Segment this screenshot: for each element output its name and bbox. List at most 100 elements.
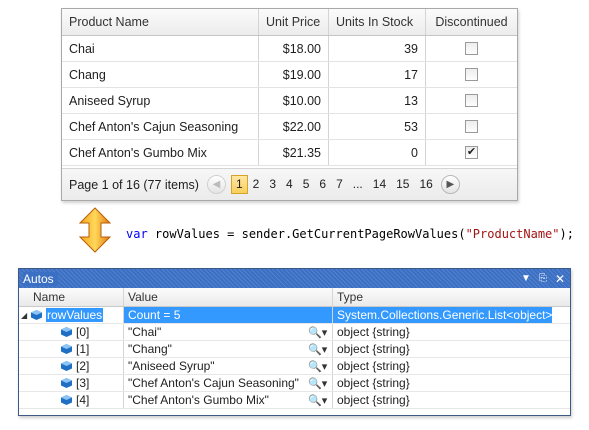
variable-value: "Chang" xyxy=(128,342,172,356)
page-button[interactable]: 2 xyxy=(248,175,265,194)
unit-price-cell: $10.00 xyxy=(259,88,329,113)
autos-row[interactable]: [4] "Chef Anton's Gumbo Mix" 🔍▾ object {s… xyxy=(19,392,570,409)
page-button[interactable]: 14 xyxy=(368,175,391,194)
code-snippet: var rowValues = sender.GetCurrentPageRow… xyxy=(126,227,574,241)
autos-row[interactable]: [2] "Aniseed Syrup" 🔍▾ object {string} xyxy=(19,358,570,375)
discontinued-checkbox[interactable] xyxy=(465,94,478,107)
column-header-unit-price[interactable]: Unit Price xyxy=(259,9,329,35)
discontinued-checkbox[interactable] xyxy=(465,120,478,133)
column-header-value[interactable]: Value xyxy=(124,288,333,306)
variable-cube-icon xyxy=(61,361,72,371)
code-expression: rowValues = sender.GetCurrentPageRowValu… xyxy=(147,227,466,241)
autos-title: Autos xyxy=(23,271,58,286)
variable-type: object {string} xyxy=(337,342,410,356)
variable-type: object {string} xyxy=(337,376,410,390)
variable-value: "Chef Anton's Cajun Seasoning" xyxy=(128,376,299,390)
page-button[interactable]: 6 xyxy=(314,175,331,194)
page-button[interactable]: 16 xyxy=(414,175,437,194)
variable-cube-icon xyxy=(61,378,72,388)
magnifier-dropdown-icon[interactable]: 🔍▾ xyxy=(308,343,332,356)
dropdown-icon[interactable]: ▼ xyxy=(519,273,533,284)
product-name-cell: Chef Anton's Cajun Seasoning xyxy=(62,114,259,139)
code-string-literal: "ProductName" xyxy=(465,227,560,241)
autos-header-row: Name Value Type xyxy=(19,288,570,307)
pin-icon[interactable]: ⎘ xyxy=(536,273,550,284)
code-keyword: var xyxy=(126,227,148,241)
variable-value[interactable]: Count = 5 xyxy=(124,307,333,323)
close-icon[interactable]: ✕ xyxy=(553,272,567,286)
variable-cube-icon xyxy=(61,327,72,337)
discontinued-cell xyxy=(426,62,517,87)
page-button[interactable]: 1 xyxy=(230,175,248,194)
pager: Page 1 of 16 (77 items) ◀ 1 2 3 4 5 6 7 … xyxy=(62,168,517,200)
units-in-stock-cell: 13 xyxy=(329,88,426,113)
variable-cube-icon xyxy=(61,395,72,405)
variable-type: object {string} xyxy=(337,325,410,339)
discontinued-checkbox[interactable] xyxy=(465,68,478,81)
product-name-cell: Chai xyxy=(62,36,259,61)
discontinued-cell: ✔ xyxy=(426,140,517,165)
autos-row[interactable]: [3] "Chef Anton's Cajun Seasoning" 🔍▾ obj… xyxy=(19,375,570,392)
variable-name: [3] xyxy=(76,376,90,390)
autos-title-bar[interactable]: Autos ▼ ⎘ ✕ xyxy=(19,269,570,288)
products-grid: Product Name Unit Price Units In Stock D… xyxy=(61,8,518,201)
table-row[interactable]: Chang $19.00 17 xyxy=(62,62,517,88)
variable-name: [2] xyxy=(76,359,90,373)
unit-price-cell: $21.35 xyxy=(259,140,329,165)
variable-name: [1] xyxy=(76,342,90,356)
pager-summary: Page 1 of 16 (77 items) xyxy=(69,177,199,192)
double-arrow-icon xyxy=(78,207,112,253)
product-name-cell: Chang xyxy=(62,62,259,87)
table-row[interactable]: Chef Anton's Gumbo Mix $21.35 0 ✔ xyxy=(62,140,517,166)
units-in-stock-cell: 17 xyxy=(329,62,426,87)
page-button[interactable]: 3 xyxy=(264,175,281,194)
page-button[interactable]: 7 xyxy=(331,175,348,194)
magnifier-dropdown-icon[interactable]: 🔍▾ xyxy=(308,326,332,339)
units-in-stock-cell: 0 xyxy=(329,140,426,165)
autos-row-root[interactable]: ◢ rowValues Count = 5 System.Collections… xyxy=(19,307,570,324)
table-row[interactable]: Chai $18.00 39 xyxy=(62,36,517,62)
variable-name: [4] xyxy=(76,393,90,407)
column-header-product-name[interactable]: Product Name xyxy=(62,9,259,35)
page-button[interactable]: 15 xyxy=(391,175,414,194)
column-header-discontinued[interactable]: Discontinued xyxy=(426,9,517,35)
variable-cube-icon xyxy=(61,344,72,354)
variable-value: "Chai" xyxy=(128,325,162,339)
discontinued-cell xyxy=(426,114,517,139)
magnifier-dropdown-icon[interactable]: 🔍▾ xyxy=(308,394,332,407)
page-button[interactable]: 4 xyxy=(281,175,298,194)
variable-type: System.Collections.Generic.List<object> xyxy=(333,307,552,323)
collapse-triangle-icon[interactable]: ◢ xyxy=(21,311,31,320)
column-header-units-in-stock[interactable]: Units In Stock xyxy=(329,9,426,35)
product-name-cell: Chef Anton's Gumbo Mix xyxy=(62,140,259,165)
page-button[interactable]: 5 xyxy=(298,175,315,194)
discontinued-checkbox[interactable] xyxy=(465,42,478,55)
discontinued-cell xyxy=(426,36,517,61)
unit-price-cell: $18.00 xyxy=(259,36,329,61)
autos-window: Autos ▼ ⎘ ✕ Name Value Type ◢ rowValues … xyxy=(18,268,571,416)
table-row[interactable]: Chef Anton's Cajun Seasoning $22.00 53 xyxy=(62,114,517,140)
code-end: ); xyxy=(559,227,574,241)
table-row[interactable]: Aniseed Syrup $10.00 13 xyxy=(62,88,517,114)
column-header-type[interactable]: Type xyxy=(333,288,552,306)
variable-type: object {string} xyxy=(337,359,410,373)
chevron-left-icon[interactable]: ◀ xyxy=(206,175,226,194)
chevron-right-icon[interactable]: ▶ xyxy=(440,175,460,194)
variable-value: "Chef Anton's Gumbo Mix" xyxy=(128,393,269,407)
page-ellipsis-button[interactable]: ... xyxy=(348,175,368,194)
unit-price-cell: $22.00 xyxy=(259,114,329,139)
unit-price-cell: $19.00 xyxy=(259,62,329,87)
discontinued-cell xyxy=(426,88,517,113)
variable-name: [0] xyxy=(76,325,90,339)
magnifier-dropdown-icon[interactable]: 🔍▾ xyxy=(308,377,332,390)
discontinued-checkbox[interactable]: ✔ xyxy=(465,146,478,159)
autos-row[interactable]: [0] "Chai" 🔍▾ object {string} xyxy=(19,324,570,341)
magnifier-dropdown-icon[interactable]: 🔍▾ xyxy=(308,360,332,373)
column-header-name[interactable]: Name xyxy=(19,288,124,306)
variable-name: rowValues xyxy=(46,308,104,322)
autos-row[interactable]: [1] "Chang" 🔍▾ object {string} xyxy=(19,341,570,358)
grid-header-row: Product Name Unit Price Units In Stock D… xyxy=(62,9,517,36)
variable-cube-icon xyxy=(31,310,42,320)
variable-value: "Aniseed Syrup" xyxy=(128,359,215,373)
product-name-cell: Aniseed Syrup xyxy=(62,88,259,113)
